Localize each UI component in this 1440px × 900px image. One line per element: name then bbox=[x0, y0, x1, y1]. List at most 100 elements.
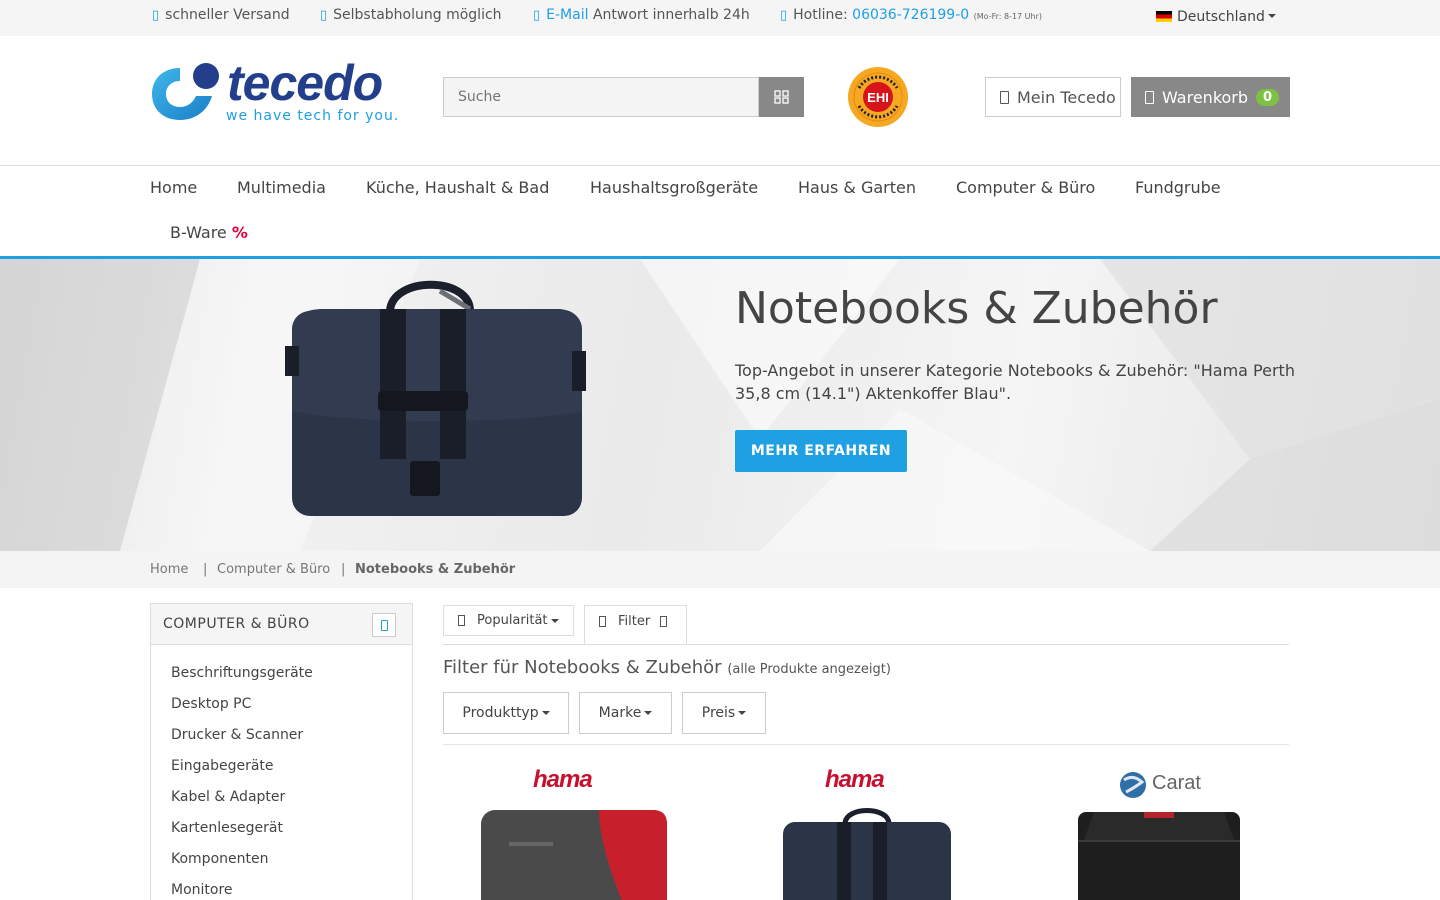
chevron-down-icon bbox=[644, 711, 653, 715]
sale-percent-icon: % bbox=[231, 223, 248, 242]
hero-banner: Notebooks & Zubehör Top-Angebot in unser… bbox=[0, 259, 1440, 551]
envelope-icon: ▯ bbox=[533, 8, 541, 23]
grid-icon bbox=[773, 90, 789, 104]
sidebar-item[interactable]: Eingabegeräte bbox=[151, 758, 412, 789]
logo-mark-icon bbox=[152, 63, 219, 120]
sidebar-item[interactable]: Desktop PC bbox=[151, 696, 412, 727]
truck-icon: ▯ bbox=[152, 8, 160, 23]
nav-item-multimedia[interactable]: Multimedia bbox=[237, 178, 326, 197]
cart-count-badge: 0 bbox=[1256, 88, 1280, 106]
email-link[interactable]: E-Mail bbox=[546, 7, 588, 23]
logo-text: tecedo bbox=[227, 55, 383, 111]
ehi-trust-badge[interactable]: EHI bbox=[847, 66, 909, 128]
sort-label: Popularität bbox=[477, 613, 548, 628]
filter-tab-label: Filter bbox=[618, 614, 651, 629]
breadcrumb-separator: | bbox=[203, 562, 208, 577]
sidebar-item[interactable]: Kartenlesegerät bbox=[151, 820, 412, 851]
chevron-down-icon bbox=[738, 711, 747, 715]
breadcrumb-home[interactable]: Home bbox=[150, 562, 188, 577]
cart-button[interactable]: Warenkorb 0 bbox=[1131, 77, 1290, 117]
breadcrumb-current: Notebooks & Zubehör bbox=[355, 562, 516, 577]
filter-product-type-button[interactable]: Produkttyp bbox=[443, 692, 569, 734]
filter-price-button[interactable]: Preis bbox=[682, 692, 766, 734]
sidebar-item[interactable]: Monitore bbox=[151, 882, 412, 900]
account-button[interactable]: Mein Tecedo bbox=[985, 77, 1121, 117]
sidebar-item[interactable]: Beschriftungsgeräte bbox=[151, 665, 412, 696]
product-image bbox=[783, 808, 951, 900]
category-sidebar: COMPUTER & BÜRO Beschriftungsgeräte Desk… bbox=[150, 603, 413, 900]
email-info: ▯ E-Mail Antwort innerhalb 24h bbox=[533, 7, 750, 23]
germany-flag-icon bbox=[1156, 11, 1172, 22]
content-divider bbox=[443, 744, 1289, 745]
globe-icon bbox=[1120, 772, 1146, 798]
email-text: Antwort innerhalb 24h bbox=[588, 7, 750, 23]
filter-label: Marke bbox=[598, 705, 642, 721]
shipping-text: schneller Versand bbox=[165, 7, 290, 23]
cart-label: Warenkorb bbox=[1162, 87, 1249, 107]
filter-icon bbox=[599, 616, 606, 627]
nav-item-kitchen[interactable]: Küche, Haushalt & Bad bbox=[366, 178, 549, 197]
sort-dropdown[interactable]: Popularität bbox=[443, 605, 574, 636]
sidebar-item[interactable]: Kabel & Adapter bbox=[151, 789, 412, 820]
chevron-up-icon bbox=[660, 616, 668, 627]
nav-item-computer[interactable]: Computer & Büro bbox=[956, 178, 1095, 197]
cart-icon bbox=[1145, 90, 1154, 104]
search-input[interactable] bbox=[443, 77, 759, 117]
filter-label: Preis bbox=[701, 705, 736, 721]
nav-divider bbox=[0, 165, 1440, 166]
language-label: Deutschland bbox=[1177, 9, 1265, 25]
hero-description: Top-Angebot in unserer Kategorie Noteboo… bbox=[735, 361, 1295, 403]
brand-logo: hama bbox=[533, 766, 593, 793]
collapse-icon bbox=[380, 619, 388, 631]
breadcrumb-separator: | bbox=[341, 562, 346, 577]
nav-item-fundgrube[interactable]: Fundgrube bbox=[1135, 178, 1221, 197]
hotline-label: Hotline: bbox=[793, 7, 853, 23]
hero-background-pattern bbox=[0, 259, 1440, 551]
sort-icon bbox=[458, 615, 465, 626]
hero-title: Notebooks & Zubehör bbox=[735, 283, 1218, 334]
sidebar-item[interactable]: Komponenten bbox=[151, 851, 412, 882]
user-icon bbox=[1000, 90, 1009, 104]
pickup-info: ▯ Selbstabholung möglich bbox=[320, 7, 502, 23]
product-card[interactable]: hama bbox=[735, 766, 995, 900]
breadcrumb-computer[interactable]: Computer & Büro bbox=[217, 562, 330, 577]
site-logo[interactable]: tecedo we have tech for you. bbox=[150, 55, 402, 124]
ehi-badge-text: EHI bbox=[867, 90, 889, 105]
product-card[interactable]: Carat bbox=[1030, 766, 1290, 900]
language-select[interactable]: Deutschland bbox=[1156, 9, 1276, 25]
bware-label: B-Ware bbox=[170, 223, 232, 242]
product-image bbox=[481, 810, 667, 900]
learn-more-button[interactable]: MEHR ERFAHREN bbox=[735, 430, 907, 472]
nav-item-bware[interactable]: B-Ware % bbox=[170, 223, 248, 242]
tab-divider bbox=[443, 644, 1289, 645]
chevron-down-icon bbox=[541, 711, 550, 715]
filter-tab[interactable]: Filter bbox=[584, 605, 687, 645]
filter-brand-button[interactable]: Marke bbox=[579, 692, 672, 734]
filter-heading: Filter für Notebooks & Zubehör (alle Pro… bbox=[443, 657, 891, 678]
product-image bbox=[1078, 812, 1240, 900]
nav-item-house-garden[interactable]: Haus & Garten bbox=[798, 178, 916, 197]
chevron-down-icon bbox=[550, 618, 559, 623]
brand-logo: Carat bbox=[1152, 772, 1201, 794]
sidebar-toggle-button[interactable] bbox=[372, 613, 396, 637]
hero-product-bag-image bbox=[285, 280, 586, 516]
product-card[interactable]: hama bbox=[443, 766, 703, 900]
account-label: Mein Tecedo bbox=[1017, 87, 1116, 107]
hotline-hours: (Mo-Fr: 8-17 Uhr) bbox=[973, 12, 1043, 21]
shipping-info: ▯ schneller Versand bbox=[152, 7, 290, 23]
top-info-bar: ▯ schneller Versand ▯ Selbstabholung mögli… bbox=[0, 0, 1440, 36]
ehi-seal-icon: EHI bbox=[848, 67, 908, 127]
hotline-number[interactable]: 06036-726199-0 bbox=[852, 7, 969, 23]
phone-icon: ▯ bbox=[780, 8, 788, 23]
logo-tagline: we have tech for you. bbox=[226, 108, 400, 124]
sidebar-item[interactable]: Drucker & Scanner bbox=[151, 727, 412, 758]
filter-heading-text: Filter für Notebooks & Zubehör bbox=[443, 657, 722, 678]
store-icon: ▯ bbox=[320, 8, 328, 23]
nav-item-appliances[interactable]: Haushaltsgroßgeräte bbox=[590, 178, 758, 197]
search-button[interactable] bbox=[759, 77, 804, 117]
filter-heading-note: (alle Produkte angezeigt) bbox=[727, 662, 891, 677]
nav-item-home[interactable]: Home bbox=[150, 178, 197, 197]
sidebar-list: Beschriftungsgeräte Desktop PC Drucker &… bbox=[151, 645, 412, 900]
pickup-text: Selbstabholung möglich bbox=[333, 7, 502, 23]
chevron-down-icon bbox=[1267, 14, 1276, 18]
